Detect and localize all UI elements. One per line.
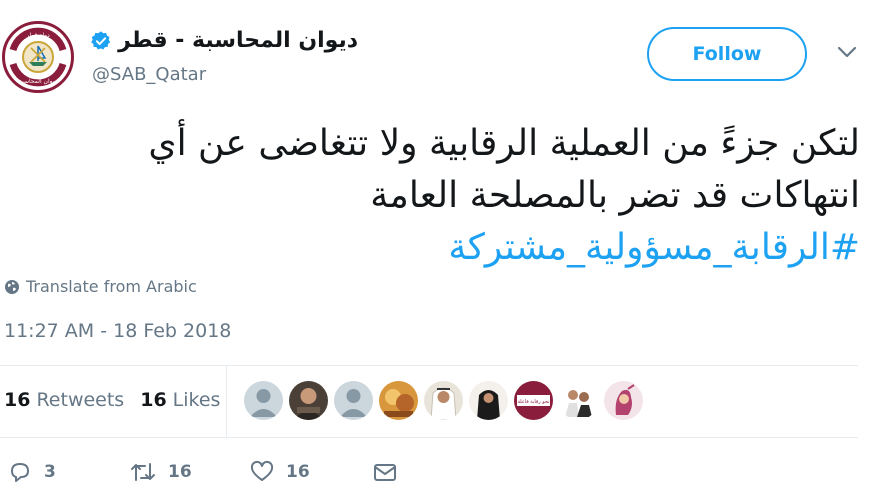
reply-icon [11,463,29,482]
tweet-text: لتكن جزءً من العملية الرقابية ولا تتغاضى… [40,118,860,274]
reply-count: 3 [44,462,56,482]
retweet-icon [131,463,155,481]
translate-label: Translate from Arabic [26,277,197,296]
user-photo-icon [424,381,463,420]
retweet-count: 16 [168,462,192,482]
user-photo-icon [289,381,328,420]
direct-message-button[interactable] [372,460,398,484]
follow-button[interactable]: Follow [647,27,807,81]
verified-badge-icon [91,30,111,50]
liker-avatar[interactable] [469,381,508,420]
avatar-caption-text: ديوان المحاسبة [19,78,57,85]
account-handle[interactable]: @SAB_Qatar [92,64,206,85]
default-profile-icon [244,381,283,420]
hashtag-link[interactable]: #الرقابة_مسؤولية_مشتركة [40,222,860,274]
liker-avatar[interactable] [334,381,373,420]
name-row: ديوان المحاسبة - قطر [90,28,358,53]
avatar-emblem-text: دولة قطر [25,32,50,39]
liker-avatar[interactable] [424,381,463,420]
chevron-down-icon[interactable] [836,44,858,60]
envelope-icon [374,464,396,481]
liker-avatar[interactable] [559,381,598,420]
likes-label: Likes [172,389,221,411]
liker-avatar[interactable]: نحو رقابة فاعلة [514,381,553,420]
tweet-timestamp[interactable]: 11:27 AM - 18 Feb 2018 [4,320,231,342]
divider [0,437,858,438]
liker-avatars: نحو رقابة فاعلة [244,381,643,420]
user-photo-icon [469,381,508,420]
retweets-count: 16 [4,389,31,411]
stats-separator [226,366,227,438]
badge-logo-icon: نحو رقابة فاعلة [514,381,553,420]
qatar-emblem-icon: دولة قطر ديوان المحاسبة [8,27,68,87]
liker-avatar[interactable] [379,381,418,420]
reply-button[interactable]: 3 [8,460,56,484]
like-count: 16 [286,462,310,482]
likes-count: 16 [140,389,167,411]
food-photo-icon [379,381,418,420]
user-photo-icon [559,381,598,420]
like-button[interactable]: 16 [250,460,310,484]
retweets-stat[interactable]: 16 Retweets [4,389,124,411]
artwork-photo-icon [604,381,643,420]
divider [0,365,858,366]
liker-avatar[interactable] [604,381,643,420]
heart-icon [250,460,274,481]
tweet-text-line-2: انتهاكات قد تضر بالمصلحة العامة [370,175,860,216]
tweet-stats: 16 Retweets 16 Likes [4,389,220,411]
liker-avatar[interactable] [289,381,328,420]
tweet-text-line-1: لتكن جزءً من العملية الرقابية ولا تتغاضى… [148,123,860,164]
retweet-button[interactable]: 16 [130,460,192,484]
default-profile-icon [334,381,373,420]
translate-link[interactable]: Translate from Arabic [4,277,197,296]
display-name[interactable]: ديوان المحاسبة - قطر [118,28,358,53]
likes-stat[interactable]: 16 Likes [140,389,220,411]
badge-logo-text: نحو رقابة فاعلة [517,399,549,405]
retweets-label: Retweets [36,389,125,411]
account-avatar[interactable]: دولة قطر ديوان المحاسبة [2,21,74,93]
globe-icon [5,279,19,294]
liker-avatar[interactable] [244,381,283,420]
